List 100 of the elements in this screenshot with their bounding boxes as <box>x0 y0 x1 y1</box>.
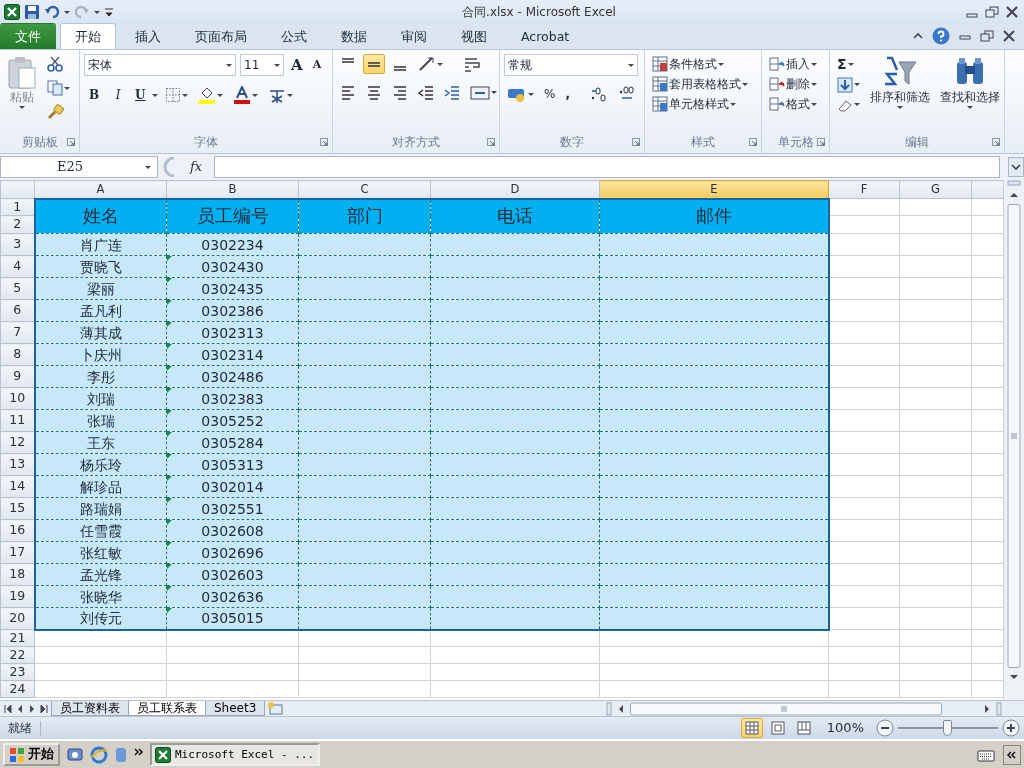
caret-icon[interactable] <box>94 10 100 14</box>
last-sheet-icon[interactable] <box>40 704 48 713</box>
formula-field[interactable] <box>214 156 1000 178</box>
close-icon[interactable] <box>1002 30 1016 42</box>
taskbar-window-button[interactable]: Microsoft Excel - ... <box>150 743 320 766</box>
style-menu-button[interactable]: 套用表格格式 <box>649 74 757 94</box>
ribbon-tab[interactable]: 审阅 <box>386 23 442 49</box>
dialog-launcher-icon[interactable] <box>817 138 825 146</box>
restore-icon[interactable] <box>980 30 994 42</box>
dialog-launcher-icon[interactable] <box>320 138 328 146</box>
column-header[interactable]: C <box>298 180 431 199</box>
row-header[interactable]: 6 <box>0 299 35 322</box>
caret-icon[interactable] <box>226 63 232 67</box>
caret-icon[interactable] <box>287 93 294 97</box>
close-icon[interactable] <box>1004 5 1020 19</box>
dialog-launcher-icon[interactable] <box>632 138 640 146</box>
first-sheet-icon[interactable] <box>4 704 12 713</box>
dialog-launcher-icon[interactable] <box>749 138 757 146</box>
scrollbar-thumb[interactable] <box>630 701 942 716</box>
error-indicator-icon[interactable] <box>167 520 172 525</box>
style-menu-button[interactable]: 条件格式 <box>649 54 757 74</box>
row-header[interactable]: 18 <box>0 563 35 586</box>
ribbon-tab[interactable]: 插入 <box>120 23 176 49</box>
caret-icon[interactable] <box>64 86 70 90</box>
column-header[interactable]: B <box>166 180 299 199</box>
start-button[interactable]: 开始 <box>3 743 60 766</box>
cells-menu-button[interactable]: 格式 <box>766 94 825 114</box>
caret-icon[interactable] <box>252 93 259 97</box>
error-indicator-icon[interactable] <box>167 542 172 547</box>
undo-icon[interactable] <box>44 4 60 20</box>
caret-icon[interactable] <box>742 82 748 86</box>
caret-icon[interactable] <box>145 165 151 169</box>
shrink-font-button[interactable]: A <box>309 56 325 74</box>
column-header[interactable]: D <box>430 180 600 199</box>
caret-icon[interactable] <box>730 102 736 106</box>
caret-icon[interactable] <box>811 82 817 86</box>
underline-button[interactable]: U <box>132 85 149 105</box>
error-indicator-icon[interactable] <box>167 586 172 591</box>
zoom-in-icon[interactable] <box>1002 719 1020 737</box>
percent-button[interactable]: % <box>541 84 559 104</box>
caret-icon[interactable] <box>718 62 724 66</box>
sheet-tab[interactable]: 员工联系表 <box>128 701 206 716</box>
excel-icon[interactable] <box>4 4 20 20</box>
find-select-button[interactable]: 查找和选择 <box>937 54 1003 132</box>
column-header[interactable]: F <box>828 180 900 199</box>
ribbon-tab[interactable]: 公式 <box>266 23 322 49</box>
dialog-launcher-icon[interactable] <box>67 138 75 146</box>
comma-button[interactable]: , <box>562 84 573 104</box>
fill-down-icon[interactable] <box>837 76 853 93</box>
previous-sheet-icon[interactable] <box>16 704 24 713</box>
caret-icon[interactable] <box>182 93 189 97</box>
caret-icon[interactable] <box>19 105 25 109</box>
error-indicator-icon[interactable] <box>167 498 172 503</box>
row-header[interactable]: 19 <box>0 585 35 608</box>
row-header[interactable]: 16 <box>0 519 35 542</box>
row-header[interactable]: 14 <box>0 475 35 498</box>
error-indicator-icon[interactable] <box>167 564 172 569</box>
error-indicator-icon[interactable] <box>167 454 172 459</box>
caret-icon[interactable] <box>528 92 534 96</box>
sheet-tab[interactable]: 员工资料表 <box>51 701 129 716</box>
scrollbar-thumb[interactable] <box>1007 204 1021 668</box>
dialog-launcher-icon[interactable] <box>487 138 495 146</box>
error-indicator-icon[interactable] <box>167 608 172 613</box>
row-header[interactable]: 12 <box>0 431 35 454</box>
error-indicator-icon[interactable] <box>167 366 172 371</box>
currency-icon[interactable] <box>507 86 527 102</box>
caret-icon[interactable] <box>854 103 860 107</box>
ribbon-tab[interactable]: 视图 <box>446 23 502 49</box>
caret-icon[interactable] <box>967 105 973 109</box>
help-icon[interactable] <box>932 27 950 45</box>
file-tab[interactable]: 文件 <box>0 23 56 49</box>
caret-icon[interactable] <box>491 91 497 94</box>
error-indicator-icon[interactable] <box>167 410 172 415</box>
sort-filter-button[interactable]: 排序和筛选 <box>867 54 933 132</box>
browser-icon[interactable] <box>90 745 108 764</box>
error-indicator-icon[interactable] <box>167 256 172 261</box>
error-indicator-icon[interactable] <box>167 300 172 305</box>
caret-icon[interactable] <box>628 63 634 67</box>
caret-icon[interactable] <box>152 93 159 97</box>
number-format-field[interactable]: 常规 <box>504 54 638 76</box>
caret-icon[interactable] <box>274 63 280 67</box>
column-header[interactable]: A <box>34 180 167 199</box>
row-header[interactable]: 7 <box>0 321 35 344</box>
orientation-icon[interactable] <box>418 56 436 72</box>
caret-icon[interactable] <box>897 105 903 109</box>
ribbon-tab[interactable]: 开始 <box>60 23 116 49</box>
caret-icon[interactable] <box>437 62 443 66</box>
row-header[interactable]: 5 <box>0 277 35 300</box>
caret-icon[interactable] <box>811 102 817 106</box>
row-header[interactable]: 9 <box>0 365 35 388</box>
row-header[interactable]: 17 <box>0 541 35 564</box>
error-indicator-icon[interactable] <box>167 278 172 283</box>
row-header[interactable]: 8 <box>0 343 35 366</box>
column-header[interactable]: G <box>899 180 972 199</box>
row-header[interactable]: 4 <box>0 255 35 278</box>
next-sheet-icon[interactable] <box>28 704 36 713</box>
customize-icon[interactable] <box>104 5 114 19</box>
error-indicator-icon[interactable] <box>167 476 172 481</box>
sheet-tab[interactable]: Sheet3 <box>205 701 266 716</box>
caret-icon[interactable] <box>854 83 860 87</box>
